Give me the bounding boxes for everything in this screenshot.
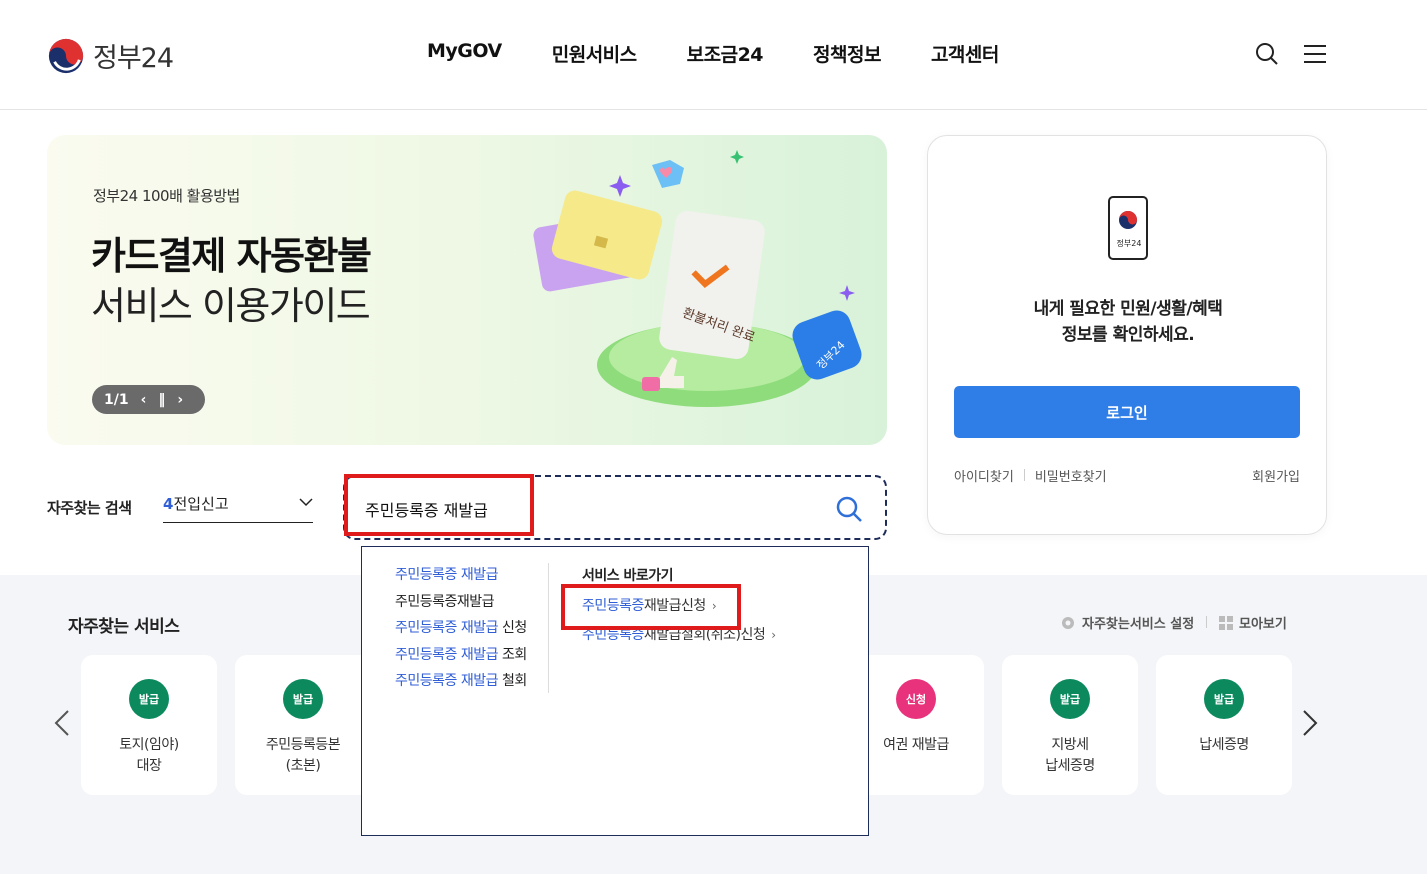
refund-illustration: 환불처리 완료 정부24 xyxy=(533,150,862,407)
shortcut-reissue-apply[interactable]: 주민등록증재발급신청 › xyxy=(582,595,776,624)
view-all-label: 모아보기 xyxy=(1239,617,1287,632)
main-search-box xyxy=(343,475,887,540)
gear-icon xyxy=(1062,616,1074,629)
banner-page-count: 1/1 xyxy=(104,391,129,408)
search-submit-icon[interactable] xyxy=(835,495,863,523)
suggestion-item[interactable]: 주민등록증 재발급 xyxy=(395,565,527,592)
find-password-link[interactable]: 비밀번호찾기 xyxy=(1035,466,1107,485)
issue-badge: 발급 xyxy=(1050,679,1090,719)
banner-title: 카드결제 자동환불 xyxy=(91,234,372,278)
nav-policy-info[interactable]: 정책정보 xyxy=(813,40,881,67)
logo-text: 정부24 xyxy=(93,43,174,74)
chevron-down-icon xyxy=(299,498,313,507)
issue-badge: 발급 xyxy=(129,679,169,719)
service-card-land-register[interactable]: 발급 토지(임야) 대장 xyxy=(81,655,217,795)
services-divider xyxy=(1206,616,1207,628)
suggestion-list: 주민등록증 재발급 주민등록증재발급 주민등록증 재발급 신청 주민등록증 재발… xyxy=(395,565,527,698)
issue-badge: 발급 xyxy=(1204,679,1244,719)
suggestion-item[interactable]: 주민등록증 재발급 신청 xyxy=(395,618,527,645)
banner-subtitle: 정부24 100배 활용방법 xyxy=(93,187,240,205)
suggestion-item[interactable]: 주민등록증재발급 xyxy=(395,592,527,619)
search-autocomplete: 주민등록증 재발급 주민등록증재발급 주민등록증 재발급 신청 주민등록증 재발… xyxy=(361,546,869,836)
service-card-tax-cert[interactable]: 발급 납세증명 xyxy=(1156,655,1292,795)
login-button[interactable]: 로그인 xyxy=(954,386,1300,438)
banner-next-icon[interactable]: › xyxy=(177,392,183,408)
banner-pager: 1/1 ‹ ‖ › xyxy=(92,385,205,414)
suggestion-item[interactable]: 주민등록증 재발급 조회 xyxy=(395,645,527,672)
autocomplete-divider xyxy=(548,563,549,693)
phone-icon-label: 정부24 xyxy=(1116,239,1142,248)
service-card-label: 주민등록등본 (초본) xyxy=(265,737,341,774)
chevron-right-icon: › xyxy=(711,599,717,613)
nav-subsidy24[interactable]: 보조금24 xyxy=(687,40,764,67)
frequent-search-label: 자주찾는 검색 xyxy=(47,499,132,517)
taegeuk-icon xyxy=(48,38,84,73)
taegeuk-mini-icon xyxy=(1119,211,1137,229)
issue-badge: 발급 xyxy=(283,679,323,719)
apply-badge: 신청 xyxy=(896,679,936,719)
link-divider xyxy=(1023,469,1025,481)
services-settings-button[interactable]: 자주찾는서비스 설정 xyxy=(1060,613,1194,632)
nav-mygov[interactable]: MyGOV xyxy=(427,40,502,67)
service-shortcuts: 서비스 바로가기 주민등록증재발급신청 › 주민등록증재발급철회(취소)신청 › xyxy=(582,565,776,653)
carousel-prev-icon[interactable] xyxy=(52,708,72,738)
login-panel: 정부24 내게 필요한 민원/생활/혜택 정보를 확인하세요. 로그인 아이디찾… xyxy=(927,135,1327,535)
login-links: 아이디찾기 비밀번호찾기 회원가입 xyxy=(954,466,1300,485)
gov24-logo[interactable]: 정부24 xyxy=(47,36,174,75)
nav-customer-center[interactable]: 고객센터 xyxy=(931,40,999,67)
suggestion-item[interactable]: 주민등록증 재발급 철회 xyxy=(395,671,527,698)
banner-pause-icon[interactable]: ‖ xyxy=(158,392,165,408)
frequent-search-term: 전입신고 xyxy=(173,495,229,513)
search-icon[interactable] xyxy=(1255,42,1279,66)
promo-banner[interactable]: 정부24 100배 활용방법 카드결제 자동환불 서비스 이용가이드 1/1 ‹… xyxy=(47,135,887,445)
nav-civil-service[interactable]: 민원서비스 xyxy=(552,40,637,67)
grid-icon xyxy=(1219,615,1233,630)
frequent-search-select[interactable]: 4전입신고 xyxy=(163,493,313,523)
main-nav: MyGOV 민원서비스 보조금24 정책정보 고객센터 xyxy=(427,40,1049,67)
hamburger-menu-icon[interactable] xyxy=(1304,44,1326,64)
find-id-link[interactable]: 아이디찾기 xyxy=(954,466,1014,485)
carousel-next-icon[interactable] xyxy=(1300,708,1320,738)
signup-link[interactable]: 회원가입 xyxy=(1252,466,1300,485)
shortcut-heading: 서비스 바로가기 xyxy=(582,568,674,584)
site-header: 정부24 MyGOV 민원서비스 보조금24 정책정보 고객센터 xyxy=(0,0,1427,110)
service-card-label: 납세증명 xyxy=(1199,737,1249,753)
login-message-line2: 정보를 확인하세요. xyxy=(1061,325,1195,345)
frequent-search-rank: 4 xyxy=(163,495,174,513)
shortcut-reissue-cancel[interactable]: 주민등록증재발급철회(취소)신청 › xyxy=(582,624,776,653)
service-card-local-tax-cert[interactable]: 발급 지방세 납세증명 xyxy=(1002,655,1138,795)
banner-title-line2: 서비스 이용가이드 xyxy=(91,284,371,328)
frequent-services-title: 자주찾는 서비스 xyxy=(68,617,180,637)
service-card-label: 토지(임야) 대장 xyxy=(119,737,179,774)
service-card-label: 지방세 납세증명 xyxy=(1045,737,1095,774)
mobile-phone-icon: 정부24 xyxy=(1108,196,1148,260)
chevron-right-icon: › xyxy=(771,628,776,642)
service-card-resident-register[interactable]: 발급 주민등록등본 (초본) xyxy=(235,655,371,795)
view-all-button[interactable]: 모아보기 xyxy=(1219,613,1287,632)
login-message-line1: 내게 필요한 민원/생활/혜택 xyxy=(1033,299,1223,319)
services-settings-label: 자주찾는서비스 설정 xyxy=(1082,617,1195,632)
login-message: 내게 필요한 민원/생활/혜택 정보를 확인하세요. xyxy=(928,296,1328,348)
banner-prev-icon[interactable]: ‹ xyxy=(141,392,147,408)
search-input[interactable] xyxy=(365,497,795,521)
